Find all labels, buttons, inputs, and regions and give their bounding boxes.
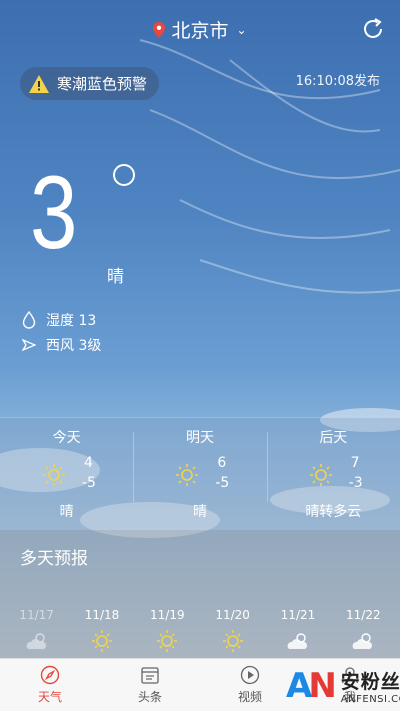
sun-icon — [91, 630, 112, 652]
day-date: 11/17 — [19, 608, 54, 622]
wind-row: 西风 3级 — [22, 335, 101, 355]
weather-alert-badge[interactable]: 寒潮蓝色预警 — [20, 67, 160, 100]
humidity-row: 湿度 13 — [22, 310, 96, 330]
list-item[interactable]: 11/21 — [268, 608, 328, 655]
top-bar: 北京市 ⌄ — [0, 0, 400, 62]
forecast-low: -3 — [348, 475, 363, 491]
cloud-sun-icon — [352, 633, 373, 649]
tab-label: 视频 — [237, 690, 262, 704]
refresh-icon[interactable] — [360, 16, 386, 42]
watermark-en: ANFENSI.COM — [340, 693, 400, 705]
day-date: 11/21 — [280, 608, 316, 622]
tab-weather[interactable]: 天气 — [0, 659, 100, 711]
forecast-condition: 晴 — [192, 504, 207, 520]
sun-icon — [176, 464, 199, 486]
cloud-sun-icon — [26, 633, 46, 649]
current-temperature: 3 — [30, 155, 77, 271]
list-item[interactable]: 11/20 — [203, 608, 263, 655]
day-date: 11/18 — [84, 608, 120, 622]
alert-text: 寒潮蓝色预警 — [57, 75, 148, 93]
list-item[interactable]: 11/17 — [7, 608, 67, 655]
calendar-icon — [141, 667, 159, 684]
publish-time: 16:10:08发布 — [295, 74, 380, 89]
forecast-low: -5 — [215, 475, 230, 491]
forecast-day-label: 今天 — [52, 430, 81, 446]
tab-video[interactable]: 视频 — [200, 659, 300, 711]
forecast-high: 7 — [350, 455, 360, 471]
multi-day-list: 11/17 11/18 11/19 11/20 11/21 11/22 — [0, 608, 400, 655]
water-drop-icon — [22, 311, 36, 329]
forecast-day-after[interactable]: 后天 7 -3 晴转多云 — [266, 418, 400, 530]
location-pin-icon — [153, 21, 166, 38]
play-icon — [240, 665, 260, 685]
sun-icon — [43, 464, 65, 486]
tab-label: 头条 — [137, 690, 162, 704]
forecast-condition: 晴转多云 — [305, 504, 362, 520]
sun-icon — [157, 630, 178, 652]
city-name: 北京市 — [171, 20, 229, 42]
forecast-condition: 晴 — [59, 504, 74, 520]
forecast-day-label: 明天 — [185, 430, 214, 446]
location-selector[interactable]: 北京市 ⌄ — [0, 16, 400, 43]
list-item[interactable]: 11/18 — [72, 608, 132, 655]
humidity-text: 湿度 13 — [46, 313, 97, 329]
forecast-high: 4 — [84, 455, 93, 471]
current-condition: 晴 — [107, 267, 124, 287]
sun-icon — [222, 630, 243, 652]
multi-day-title: 多天预报 — [20, 549, 88, 569]
day-date: 11/20 — [215, 608, 250, 622]
sun-icon — [309, 464, 332, 486]
cloud-sun-icon — [287, 633, 307, 649]
watermark-logo: AN 安粉丝 ANFENSI.COM — [286, 660, 400, 711]
forecast-high: 6 — [217, 455, 227, 471]
degree-icon — [113, 164, 135, 186]
wind-text: 西风 3级 — [46, 338, 102, 354]
day-date: 11/22 — [346, 608, 381, 622]
watermark-an-logo: AN — [286, 665, 337, 706]
forecast-low: -5 — [82, 475, 96, 491]
compass-icon — [40, 665, 60, 685]
forecast-tomorrow[interactable]: 明天 6 -5 晴 — [133, 418, 266, 530]
three-day-forecast: 今天 4 -5 晴 明天 6 -5 晴 后天 7 -3 晴转多云 — [0, 417, 400, 530]
day-date: 11/19 — [150, 608, 185, 622]
multi-day-forecast[interactable]: 多天预报 11/17 11/18 11/19 11/20 11/21 11/22 — [0, 530, 400, 658]
list-item[interactable]: 11/19 — [137, 608, 197, 655]
chevron-down-icon: ⌄ — [236, 22, 247, 37]
forecast-today[interactable]: 今天 4 -5 晴 — [0, 418, 133, 530]
warning-icon — [29, 74, 49, 93]
forecast-day-label: 后天 — [319, 430, 348, 446]
tab-label: 天气 — [37, 690, 62, 704]
watermark-cn: 安粉丝 — [340, 670, 400, 693]
wind-direction-icon — [22, 338, 36, 352]
list-item[interactable]: 11/22 — [333, 608, 393, 655]
tab-headlines[interactable]: 头条 — [100, 659, 200, 711]
